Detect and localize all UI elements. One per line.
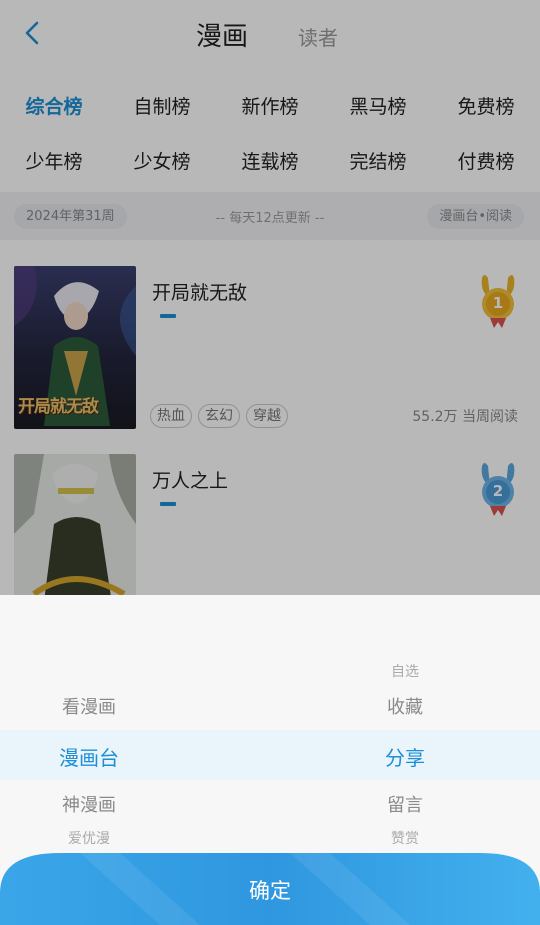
picker-option[interactable]: 赞赏 — [270, 828, 540, 848]
picker-option[interactable]: 神漫画 — [0, 791, 224, 817]
picker-option[interactable]: 自选 — [270, 661, 540, 681]
picker-option[interactable]: 留言 — [270, 791, 540, 817]
picker-option[interactable]: 看漫画 — [0, 693, 224, 719]
confirm-button[interactable]: 确定 — [0, 853, 540, 925]
picker-option-selected[interactable]: 分享 — [270, 742, 540, 771]
picker-wheels: 看漫画 漫画台 神漫画 爱优漫 自选 收藏 分享 留言 赞赏 — [0, 595, 540, 855]
picker-option[interactable]: 爱优漫 — [0, 828, 224, 848]
action-wheel[interactable]: 自选 收藏 分享 留言 赞赏 — [270, 595, 540, 855]
modal-backdrop[interactable] — [0, 0, 540, 595]
platform-wheel[interactable]: 看漫画 漫画台 神漫画 爱优漫 — [0, 595, 270, 855]
picker-option-selected[interactable]: 漫画台 — [0, 742, 224, 771]
picker-option[interactable]: 收藏 — [270, 693, 540, 719]
confirm-button-label: 确定 — [249, 879, 291, 903]
